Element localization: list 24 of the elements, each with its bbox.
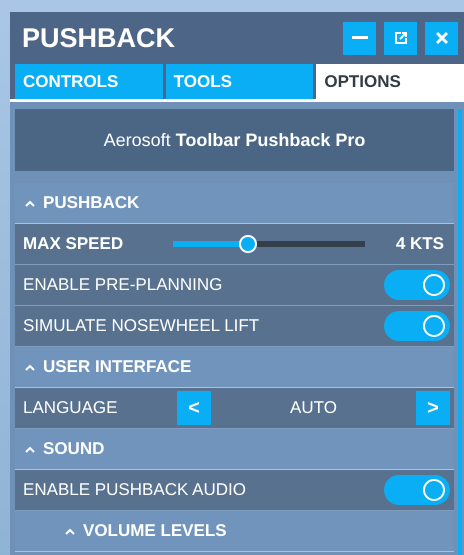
row-label: MAX SPEED	[23, 233, 124, 256]
tab[interactable]: OPTIONS	[316, 64, 464, 99]
scrollbar[interactable]	[458, 109, 462, 555]
row-label: LANGUAGE	[23, 397, 118, 420]
section-header[interactable]: PUSHBACK	[43, 190, 140, 216]
popout-icon	[394, 31, 408, 45]
close-icon	[434, 31, 448, 45]
previous-button[interactable]: <	[177, 391, 211, 425]
minimize-icon	[352, 36, 368, 40]
next-button[interactable]: >	[416, 391, 450, 425]
toggle-switch[interactable]	[384, 311, 450, 341]
section-header[interactable]: SOUND	[43, 436, 104, 462]
tab[interactable]: TOOLS	[166, 64, 314, 99]
toggle-switch[interactable]	[384, 270, 450, 300]
speed-reading: 4 KTS	[396, 233, 444, 256]
row-label: SIMULATE NOSEWHEEL LIFT	[23, 315, 260, 338]
language-value: AUTO	[289, 397, 338, 420]
slider-thumb[interactable]	[238, 235, 257, 253]
toggle-switch[interactable]	[384, 475, 450, 505]
window-title: PUSHBACK	[22, 22, 176, 55]
tab[interactable]: CONTROLS	[15, 64, 163, 99]
row-label: ENABLE PUSHBACK AUDIO	[23, 479, 246, 502]
product-name: Aerosoft Toolbar Pushback Pro	[104, 128, 366, 152]
row-label: ENABLE PRE-PLANNING	[23, 274, 222, 296]
